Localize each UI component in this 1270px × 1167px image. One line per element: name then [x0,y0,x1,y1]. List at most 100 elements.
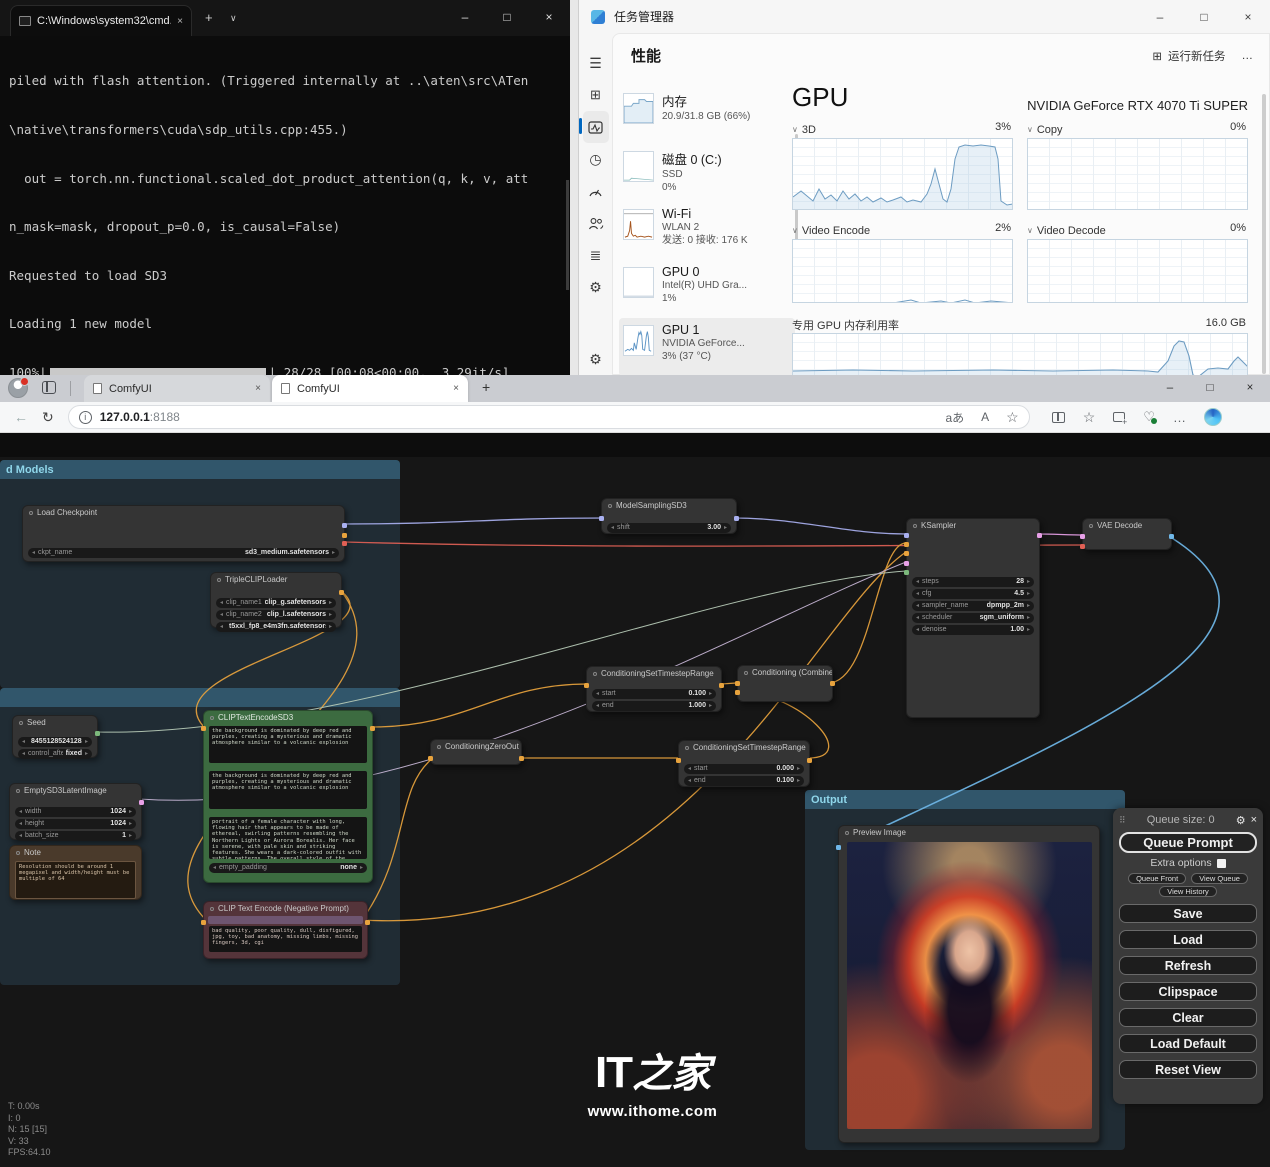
node-seed[interactable]: Seed ◂value845512852412824▸ ◂control_aft… [12,715,98,758]
left-arrow-icon[interactable]: ◂ [916,577,919,587]
refresh-icon[interactable]: ↻ [42,409,54,426]
collections-star-icon[interactable]: ☆ [1083,409,1096,426]
node-triple-clip-loader[interactable]: TripleCLIPLoader ◂clip_name1clip_g.safet… [210,572,342,628]
widget-denoise[interactable]: ◂denoise1.00▸ [912,625,1034,635]
left-arrow-icon[interactable]: ◂ [22,749,25,759]
collapse-dot-icon[interactable] [1089,524,1093,528]
left-arrow-icon[interactable]: ◂ [688,776,691,786]
port-clip-output[interactable] [339,590,344,595]
widget-cfg[interactable]: ◂cfg4.5▸ [912,589,1034,599]
tab-comfyui-1[interactable]: ComfyUI × [84,375,270,402]
port-clip-input[interactable] [201,920,206,925]
port-conditioning1-input[interactable] [735,681,740,686]
left-arrow-icon[interactable]: ◂ [213,863,216,873]
users-icon[interactable] [583,207,609,239]
terminal-tab-close-icon[interactable]: × [177,16,183,27]
negative-prompt-textarea[interactable]: bad quality, poor quality, dull, disfigu… [209,926,362,952]
widget-end[interactable]: ◂end0.100▸ [684,776,804,786]
widget-height[interactable]: ◂height1024▸ [15,819,136,829]
perf-item-gpu0[interactable]: GPU 0Intel(R) UHD Gra...1% [619,260,795,318]
right-arrow-icon[interactable]: ▸ [85,749,88,759]
port-clip-output[interactable] [342,533,347,538]
node-clip-text-encode-negative[interactable]: CLIP Text Encode (Negative Prompt) bad q… [203,901,368,959]
widget-clip-name2[interactable]: ◂clip_name2clip_l.safetensors▸ [216,610,336,620]
widget-clip-name3[interactable]: ◂clip_name3t5xxl_fp8_e4m3fn.safetensors▸ [216,622,336,632]
settings-icon[interactable]: ⚙ [583,343,609,375]
view-queue-button[interactable]: View Queue [1191,873,1248,884]
left-arrow-icon[interactable]: ◂ [220,622,223,632]
terminal-tab[interactable]: C:\Windows\system32\cmd.e × [10,5,192,36]
widget-sampler-name[interactable]: ◂sampler_namedpmpp_2m▸ [912,601,1034,611]
tab-close-icon[interactable]: × [453,383,459,394]
terminal-new-tab-button[interactable]: + [205,10,213,25]
processes-icon[interactable]: ⊞ [583,79,609,111]
right-arrow-icon[interactable]: ▸ [1027,601,1030,611]
prompt-t5-textarea[interactable]: portrait of a female character with long… [209,817,367,859]
translate-icon[interactable]: aあ [945,409,964,426]
widget-batch-size[interactable]: ◂batch_size1▸ [15,831,136,841]
perf-item-wifi[interactable]: Wi-FiWLAN 2发送: 0 接收: 176 K [619,202,795,260]
collapse-dot-icon[interactable] [593,672,597,676]
perf-item-memory[interactable]: 内存20.9/31.8 GB (66%) [619,86,795,144]
left-arrow-icon[interactable]: ◂ [916,589,919,599]
right-arrow-icon[interactable]: ▸ [129,807,132,817]
left-arrow-icon[interactable]: ◂ [32,548,35,558]
collapse-dot-icon[interactable] [437,745,441,749]
left-arrow-icon[interactable]: ◂ [19,807,22,817]
port-conditioning-output[interactable] [519,756,524,761]
prompt-l-textarea[interactable]: the background is dominated by deep red … [209,771,367,809]
tm-maximize-button[interactable]: □ [1182,0,1226,33]
right-arrow-icon[interactable]: ▸ [329,598,332,608]
node-model-sampling-sd3[interactable]: ModelSamplingSD3 ◂shift3.00▸ [601,498,737,534]
right-arrow-icon[interactable]: ▸ [1027,577,1030,587]
right-arrow-icon[interactable]: ▸ [332,548,335,558]
reset-view-button[interactable]: Reset View [1119,1060,1257,1079]
node-empty-sd3-latent[interactable]: EmptySD3LatentImage ◂width1024▸ ◂height1… [9,783,142,840]
right-arrow-icon[interactable]: ▸ [360,863,363,873]
right-arrow-icon[interactable]: ▸ [329,610,332,620]
menu-icon[interactable]: ☰ [583,47,609,79]
read-aloud-icon[interactable]: A [981,410,989,424]
performance-icon[interactable] [583,111,609,143]
widget-clip-name1[interactable]: ◂clip_name1clip_g.safetensors▸ [216,598,336,608]
left-arrow-icon[interactable]: ◂ [220,610,223,620]
right-arrow-icon[interactable]: ▸ [797,776,800,786]
port-negative-input[interactable] [904,551,909,556]
port-conditioning-output[interactable] [719,683,724,688]
terminal-minimize-button[interactable]: – [444,0,486,34]
left-arrow-icon[interactable]: ◂ [19,831,22,841]
node-cond-set-timestep-1[interactable]: ConditioningSetTimestepRange ◂start0.100… [586,666,722,712]
queue-prompt-button[interactable]: Queue Prompt [1119,832,1257,853]
left-arrow-icon[interactable]: ◂ [916,601,919,611]
prompt-g-textarea[interactable]: the background is dominated by deep red … [209,726,367,763]
extra-options-checkbox[interactable] [1217,859,1226,868]
chevron-down-icon[interactable]: ∨ [1027,125,1033,134]
right-arrow-icon[interactable]: ▸ [709,701,712,711]
collapse-dot-icon[interactable] [685,746,689,750]
comfyui-canvas[interactable]: d Models Output [0,433,1270,1167]
left-arrow-icon[interactable]: ◂ [596,701,599,711]
right-arrow-icon[interactable]: ▸ [329,622,332,632]
node-load-checkpoint[interactable]: Load Checkpoint ◂ckpt_namesd3_medium.saf… [22,505,345,562]
collapse-dot-icon[interactable] [217,578,221,582]
new-tab-button[interactable]: + [482,379,490,395]
left-arrow-icon[interactable]: ◂ [19,819,22,829]
tab-close-icon[interactable]: × [255,383,261,394]
widget-empty-padding[interactable]: ◂empty_paddingnone▸ [209,863,367,873]
collapse-dot-icon[interactable] [29,511,33,515]
port-conditioning-output[interactable] [370,726,375,731]
right-arrow-icon[interactable]: ▸ [129,831,132,841]
browser-minimize-button[interactable]: – [1150,375,1190,401]
tm-minimize-button[interactable]: – [1138,0,1182,33]
right-arrow-icon[interactable]: ▸ [1027,625,1030,635]
port-conditioning-input[interactable] [676,758,681,763]
clear-button[interactable]: Clear [1119,1008,1257,1027]
terminal-close-button[interactable]: × [528,0,570,34]
right-arrow-icon[interactable]: ▸ [797,764,800,774]
widget-width[interactable]: ◂width1024▸ [15,807,136,817]
node-vae-decode[interactable]: VAE Decode [1082,518,1172,550]
widget-shift[interactable]: ◂shift3.00▸ [607,523,731,533]
widget-ckpt-name[interactable]: ◂ckpt_namesd3_medium.safetensors▸ [28,548,339,558]
node-ksampler[interactable]: KSampler ◂steps28▸ ◂cfg4.5▸ ◂sampler_nam… [906,518,1040,718]
port-conditioning-output[interactable] [830,681,835,686]
